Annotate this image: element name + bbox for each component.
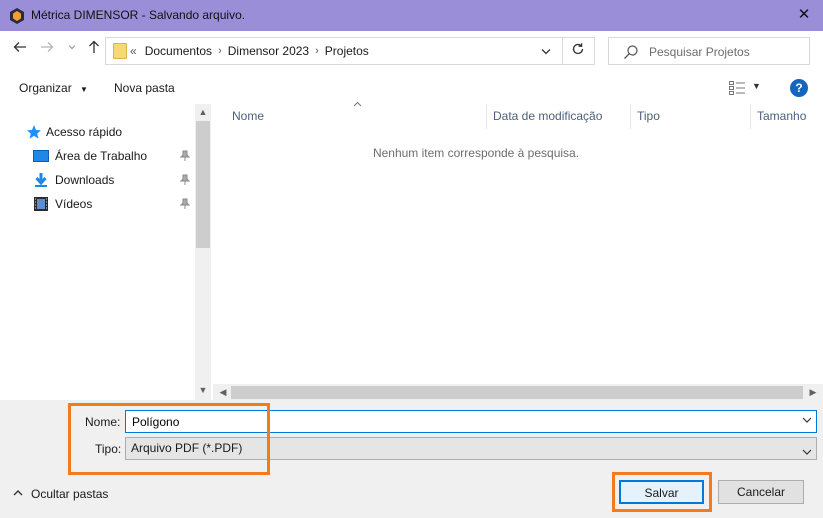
search-placeholder: Pesquisar Projetos: [649, 45, 750, 59]
column-header-size[interactable]: Tamanho: [751, 104, 823, 129]
video-icon: [34, 197, 48, 211]
title-bar: Métrica DIMENSOR - Salvando arquivo. ✕: [0, 0, 823, 31]
pin-icon[interactable]: [179, 150, 191, 165]
hide-folders-label: Ocultar pastas: [31, 487, 109, 501]
up-arrow-icon[interactable]: [84, 40, 104, 60]
nav-item-label: Área de Trabalho: [55, 149, 148, 163]
scroll-up-arrow-icon[interactable]: ▲: [195, 107, 211, 117]
hide-folders-button[interactable]: Ocultar pastas: [13, 487, 108, 501]
view-options-icon[interactable]: [729, 81, 745, 95]
sort-ascending-icon: [353, 99, 362, 109]
pin-icon[interactable]: [179, 174, 191, 189]
breadcrumb-overflow[interactable]: «: [130, 44, 137, 58]
nav-item-videos[interactable]: Vídeos: [33, 194, 92, 214]
nav-item-label: Downloads: [55, 173, 115, 187]
nav-item-label: Vídeos: [55, 197, 93, 211]
back-arrow-icon[interactable]: [10, 40, 30, 60]
breadcrumb-item-dimensor-2023[interactable]: Dimensor 2023: [228, 44, 309, 58]
nav-item-label: Acesso rápido: [46, 125, 123, 139]
cancel-button[interactable]: Cancelar: [718, 480, 804, 504]
address-dropdown-chevron-icon[interactable]: [538, 42, 554, 60]
recent-locations-chevron-icon[interactable]: [62, 40, 82, 60]
star-icon: [27, 125, 41, 139]
search-input[interactable]: Pesquisar Projetos: [608, 37, 810, 65]
filename-history-chevron-icon[interactable]: [802, 416, 812, 426]
empty-message: Nenhum item corresponde à pesquisa.: [372, 146, 580, 160]
breadcrumb-item-documentos[interactable]: Documentos: [145, 44, 212, 58]
address-divider: [562, 38, 563, 64]
horizontal-scroll-thumb[interactable]: [231, 386, 803, 399]
organize-button[interactable]: Organizar ▼: [19, 81, 88, 95]
nav-item-quick-access[interactable]: Acesso rápido: [26, 122, 122, 142]
column-header-label: Nome: [232, 109, 265, 123]
nav-pane-scroll-thumb[interactable]: [196, 121, 210, 248]
highlight-annotation-save: [612, 472, 712, 512]
column-header-label: Data de modificação: [493, 109, 603, 123]
view-dropdown-caret-icon[interactable]: ▼: [752, 81, 761, 91]
app-logo-icon: [10, 8, 24, 24]
breadcrumb-separator[interactable]: ›: [315, 45, 319, 57]
toolbar: Organizar ▼ Nova pasta ▼ ?: [0, 73, 823, 103]
column-header-type[interactable]: Tipo: [631, 104, 751, 129]
nav-item-downloads[interactable]: Downloads: [33, 170, 114, 190]
desktop-icon: [33, 150, 49, 162]
forward-arrow-icon[interactable]: [37, 40, 57, 60]
folder-icon: [113, 43, 127, 59]
dropdown-caret-icon: ▼: [80, 85, 88, 94]
help-icon[interactable]: ?: [790, 79, 808, 97]
column-header-label: Tamanho: [757, 109, 807, 123]
search-icon: [624, 45, 638, 59]
save-form-panel: Nome: Tipo: Arquivo PDF (*.PDF) Ocultar …: [0, 400, 823, 518]
nav-item-desktop[interactable]: Área de Trabalho: [33, 146, 147, 166]
close-button[interactable]: ✕: [792, 4, 816, 26]
column-header-date-modified[interactable]: Data de modificação: [487, 104, 631, 129]
pin-icon[interactable]: [179, 198, 191, 213]
address-bar[interactable]: « Documentos › Dimensor 2023 › Projetos: [105, 37, 595, 65]
scroll-right-arrow-icon[interactable]: ▶: [805, 387, 821, 398]
window-title: Métrica DIMENSOR - Salvando arquivo.: [31, 8, 246, 22]
organize-label: Organizar: [19, 81, 72, 95]
column-header-label: Tipo: [637, 109, 660, 123]
refresh-icon[interactable]: [568, 41, 588, 61]
scroll-down-arrow-icon[interactable]: ▼: [195, 385, 211, 395]
navigation-pane: Acesso rápido Área de Trabalho Downloads…: [0, 104, 212, 400]
horizontal-scrollbar[interactable]: ◀ ▶: [213, 384, 823, 401]
download-icon: [35, 173, 47, 187]
collapse-caret-icon: [13, 489, 23, 500]
scroll-left-arrow-icon[interactable]: ◀: [215, 387, 231, 398]
new-folder-button[interactable]: Nova pasta: [114, 81, 175, 95]
file-list: Nome Data de modificação Tipo Tamanho Ne…: [213, 101, 823, 401]
file-type-chevron-icon[interactable]: [802, 443, 812, 464]
highlight-annotation-form: [68, 403, 270, 475]
breadcrumb-item-projetos[interactable]: Projetos: [325, 44, 369, 58]
breadcrumb-separator[interactable]: ›: [218, 45, 222, 57]
breadcrumb: « Documentos › Dimensor 2023 › Projetos: [130, 44, 369, 58]
